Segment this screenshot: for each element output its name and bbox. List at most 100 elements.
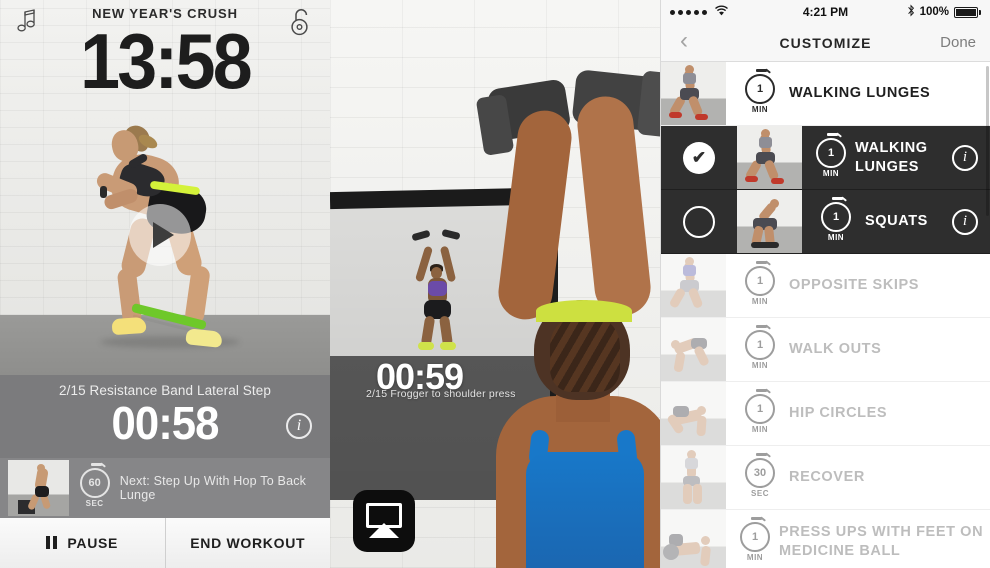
- exercise-thumbnail: [661, 382, 726, 445]
- stopwatch-icon: 30: [745, 452, 775, 488]
- table-row[interactable]: 1 MIN OPPOSITE SKIPS: [661, 254, 990, 318]
- thumb-arm: [699, 545, 712, 567]
- thumb-head: [770, 199, 779, 208]
- thumb-shoe-2: [771, 178, 784, 184]
- duration-value: 30: [753, 466, 767, 479]
- table-row[interactable]: 1 MIN WALK OUTS: [661, 318, 990, 382]
- table-row[interactable]: 1 MIN PRESS UPS WITH FEET ON MEDICINE BA…: [661, 510, 990, 568]
- stopwatch-icon: 1: [745, 260, 775, 296]
- stopwatch-icon: 60: [79, 463, 110, 498]
- stopwatch-icon: 1: [816, 132, 846, 168]
- thumb-arm: [673, 351, 686, 373]
- checkmark-icon: ✔: [683, 141, 715, 174]
- current-exercise-label: 2/15 Resistance Band Lateral Step: [59, 383, 271, 398]
- row-info-button[interactable]: i: [940, 190, 990, 253]
- exercise-name: RECOVER: [789, 469, 865, 486]
- table-row[interactable]: ✔ 1 MIN WALKING LUNGES i: [661, 126, 990, 190]
- thumb-head: [701, 536, 710, 545]
- stopwatch-icon: 1: [821, 196, 851, 232]
- exercise-name: WALK OUTS: [789, 341, 882, 358]
- workout-title: NEW YEAR'S CRUSH: [92, 6, 238, 21]
- table-row[interactable]: 1 MIN WALKING LUNGES: [661, 62, 990, 126]
- next-exercise-bar[interactable]: 60 SEC Next: Step Up With Hop To Back Lu…: [0, 458, 330, 518]
- stopwatch-icon: 1: [745, 68, 775, 104]
- done-button[interactable]: Done: [940, 34, 976, 51]
- duration-badge: 30 SEC: [740, 452, 780, 498]
- duration-badge: 1 MIN: [816, 196, 856, 242]
- duration-unit: MIN: [751, 424, 769, 434]
- next-duration-badge: 60 SEC: [69, 463, 119, 508]
- pause-button[interactable]: PAUSE: [0, 518, 165, 568]
- thumb-leg-front: [693, 484, 702, 504]
- row-body: 1 MIN WALKING LUNGES: [802, 126, 940, 189]
- duration-badge: 1 MIN: [740, 324, 780, 370]
- end-workout-button[interactable]: END WORKOUT: [164, 518, 331, 568]
- battery-icon: [954, 6, 978, 18]
- exercise-thumbnail: [661, 446, 726, 509]
- row-body: 1 MIN SQUATS: [802, 190, 940, 253]
- player-info-panel: 2/15 Resistance Band Lateral Step 00:58 …: [0, 375, 330, 518]
- exercise-info-icon[interactable]: i: [286, 413, 312, 439]
- airplay-icon[interactable]: [353, 490, 415, 552]
- nav-bar: ‹ CUSTOMIZE Done: [661, 24, 990, 62]
- exercise-thumbnail: [661, 510, 726, 568]
- table-row[interactable]: 1 MIN SQUATS i: [661, 190, 990, 254]
- duration-unit: MIN: [822, 168, 840, 178]
- pause-button-label: PAUSE: [67, 535, 119, 551]
- athlete-wristband: [100, 186, 107, 198]
- exercise-thumbnail: [661, 62, 726, 125]
- thumb-leg-rear: [693, 345, 710, 367]
- battery-percentage: 100%: [919, 6, 949, 18]
- thumb-top: [685, 458, 698, 469]
- duration-unit: MIN: [751, 360, 769, 370]
- thumb-shoe-2: [695, 114, 708, 120]
- thumb-head: [697, 406, 706, 415]
- duration-unit: MIN: [746, 552, 764, 562]
- workout-player-panel: NEW YEAR'S CRUSH 13:58 2/15 Resistance B…: [0, 0, 330, 568]
- status-bar: 4:21 PM 100%: [661, 0, 990, 24]
- exercise-thumbnail: [737, 126, 802, 189]
- duration-badge: 1 MIN: [816, 132, 846, 178]
- duration-badge: 1 MIN: [740, 516, 770, 562]
- unlocked-padlock-icon[interactable]: [286, 6, 316, 38]
- stopwatch-icon: 1: [745, 388, 775, 424]
- row-selector[interactable]: [661, 190, 737, 253]
- thumb-shoe-1: [669, 112, 682, 118]
- thumb-top: [683, 265, 696, 276]
- duration-value: 1: [751, 530, 759, 543]
- next-exercise-text: Next: Step Up With Hop To Back Lunge: [119, 474, 307, 502]
- table-row[interactable]: 1 MIN HIP CIRCLES: [661, 382, 990, 446]
- row-body: 1 MIN WALK OUTS: [726, 318, 990, 381]
- stopwatch-icon: 1: [745, 324, 775, 360]
- thumb-top: [759, 137, 772, 148]
- exercise-name: SQUATS: [865, 213, 928, 230]
- row-body: 1 MIN HIP CIRCLES: [726, 382, 990, 445]
- thumb-head: [671, 340, 680, 349]
- exercise-list[interactable]: 1 MIN WALKING LUNGES ✔ 1 MIN WALKING LUN…: [661, 62, 990, 568]
- duration-value: 1: [756, 82, 764, 95]
- exercise-thumbnail: [661, 318, 726, 381]
- battery-cap: [979, 9, 981, 15]
- exercise-name: PRESS UPS WITH FEET ON MEDICINE BALL: [779, 524, 984, 559]
- play-button[interactable]: [129, 204, 191, 266]
- exercise-thumbnail: [737, 190, 802, 253]
- duration-unit: SEC: [751, 488, 769, 498]
- duration-badge: 1 MIN: [740, 68, 780, 114]
- row-info-button[interactable]: i: [940, 126, 990, 189]
- video-exercise-label: 2/15 Frogger to shoulder press: [366, 388, 516, 400]
- player-button-bar: PAUSE END WORKOUT: [0, 518, 330, 568]
- exercise-countdown: 00:58: [111, 397, 219, 449]
- next-exercise-thumbnail: [8, 460, 70, 516]
- thumb-leg-front: [687, 287, 704, 309]
- table-row[interactable]: 30 SEC RECOVER: [661, 446, 990, 510]
- status-bar-right: 100%: [907, 4, 981, 20]
- thumb-shorts: [35, 486, 49, 497]
- next-duration-unit: SEC: [85, 499, 104, 508]
- list-scrollbar[interactable]: [986, 66, 989, 216]
- exercise-thumbnail: [661, 254, 726, 317]
- player-top-bar: NEW YEAR'S CRUSH: [0, 0, 330, 46]
- thumb-head: [37, 464, 45, 472]
- row-selector[interactable]: ✔: [661, 126, 737, 189]
- exercise-name: HIP CIRCLES: [789, 405, 888, 422]
- video-overlay: 00:59 2/15 Frogger to shoulder press: [330, 0, 660, 568]
